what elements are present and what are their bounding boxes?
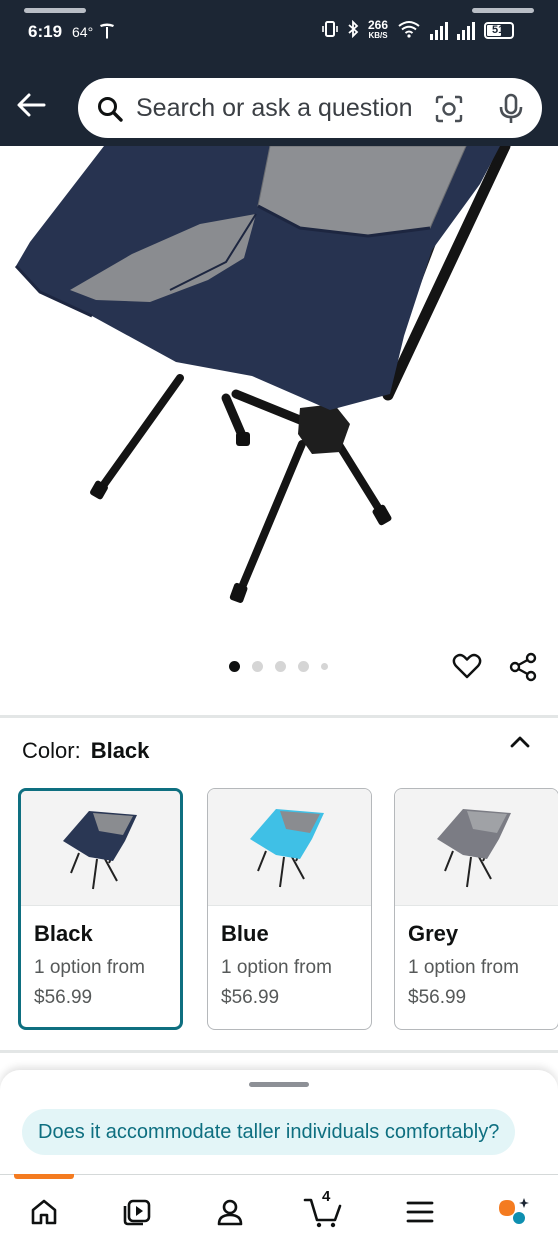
color-option-price: $56.99	[221, 987, 280, 1008]
color-option-price: $56.99	[34, 987, 93, 1008]
share-icon[interactable]	[508, 652, 538, 687]
vibrate-icon	[322, 20, 338, 41]
search-input[interactable]: Search or ask a question	[136, 94, 413, 123]
app-header: 6:19 64° 266 KB/S 51 Search or ask a que…	[0, 0, 558, 146]
back-arrow-icon[interactable]	[16, 92, 46, 118]
color-option-availability: 1 option from	[34, 957, 145, 978]
account-icon[interactable]	[210, 1192, 250, 1232]
product-image[interactable]	[0, 146, 558, 646]
network-speed: 266 KB/S	[368, 18, 389, 40]
video-icon[interactable]	[117, 1192, 157, 1232]
color-option-grey[interactable]: Grey 1 option from $56.99	[394, 788, 558, 1030]
color-option-price: $56.99	[408, 987, 467, 1008]
status-time: 6:19	[28, 22, 63, 41]
image-carousel-dots[interactable]	[229, 661, 328, 672]
sheet-drag-handle[interactable]	[249, 1082, 309, 1087]
status-bar: 6:19 64° 266 KB/S 51	[0, 0, 558, 64]
rufus-icon[interactable]	[494, 1192, 534, 1232]
status-temperature: 64°	[72, 24, 94, 40]
search-bar[interactable]: Search or ask a question	[78, 78, 542, 138]
swatch-thumbnail	[208, 789, 371, 906]
swatch-thumbnail	[21, 791, 180, 906]
status-pill-left	[24, 8, 86, 13]
color-option-name: Grey	[408, 921, 459, 946]
battery-icon: 51	[484, 22, 515, 39]
bottom-sheet: Does it accommodate taller individuals c…	[0, 1070, 558, 1242]
carousel-dot[interactable]	[229, 661, 240, 672]
network-speed-value: 266	[368, 18, 389, 32]
chair-thumbnail-grey	[437, 809, 511, 888]
active-tab-indicator	[14, 1174, 74, 1179]
section-divider	[0, 715, 558, 718]
color-option-availability: 1 option from	[408, 957, 519, 978]
signal-icon-1	[430, 21, 449, 40]
carousel-dot[interactable]	[298, 661, 309, 672]
color-option-name: Blue	[221, 921, 269, 946]
menu-icon[interactable]	[400, 1192, 440, 1232]
chair-thumbnail-black	[63, 811, 137, 890]
color-option-availability: 1 option from	[221, 957, 332, 978]
wifi-icon	[397, 20, 421, 41]
bottom-nav: 4	[0, 1188, 558, 1232]
status-pill-right	[472, 8, 534, 13]
section-divider	[0, 1050, 558, 1053]
suggestion-chip[interactable]: Does it accommodate taller individuals c…	[22, 1109, 516, 1155]
search-icon	[96, 95, 124, 128]
heart-icon[interactable]	[452, 652, 482, 685]
color-label-text: Color:	[22, 738, 81, 763]
bluetooth-icon	[347, 19, 359, 41]
color-option-blue[interactable]: Blue 1 option from $56.99	[207, 788, 372, 1030]
carousel-dot[interactable]	[321, 663, 328, 670]
battery-level: 51	[492, 24, 505, 36]
color-selector-label: Color: Black	[22, 738, 149, 764]
chevron-up-icon[interactable]	[508, 734, 532, 755]
status-icons: 266 KB/S 51	[322, 18, 515, 41]
nav-divider	[0, 1174, 558, 1175]
cart-count: 4	[322, 1188, 331, 1205]
signal-icon-2	[457, 21, 476, 40]
color-option-name: Black	[34, 921, 93, 946]
carousel-dot[interactable]	[275, 661, 286, 672]
camera-lens-icon[interactable]	[434, 94, 464, 129]
swatch-thumbnail	[395, 789, 558, 906]
selected-color-value: Black	[90, 738, 150, 763]
color-option-black[interactable]: Black 1 option from $56.99	[18, 788, 183, 1030]
cart-icon[interactable]: 4	[303, 1188, 343, 1232]
network-speed-unit: KB/S	[368, 31, 388, 40]
chair-thumbnail-blue	[250, 809, 324, 888]
carousel-dot[interactable]	[252, 661, 263, 672]
tesla-icon	[98, 22, 116, 45]
home-icon[interactable]	[24, 1192, 64, 1232]
chair-illustration	[14, 146, 511, 603]
microphone-icon[interactable]	[498, 93, 524, 130]
